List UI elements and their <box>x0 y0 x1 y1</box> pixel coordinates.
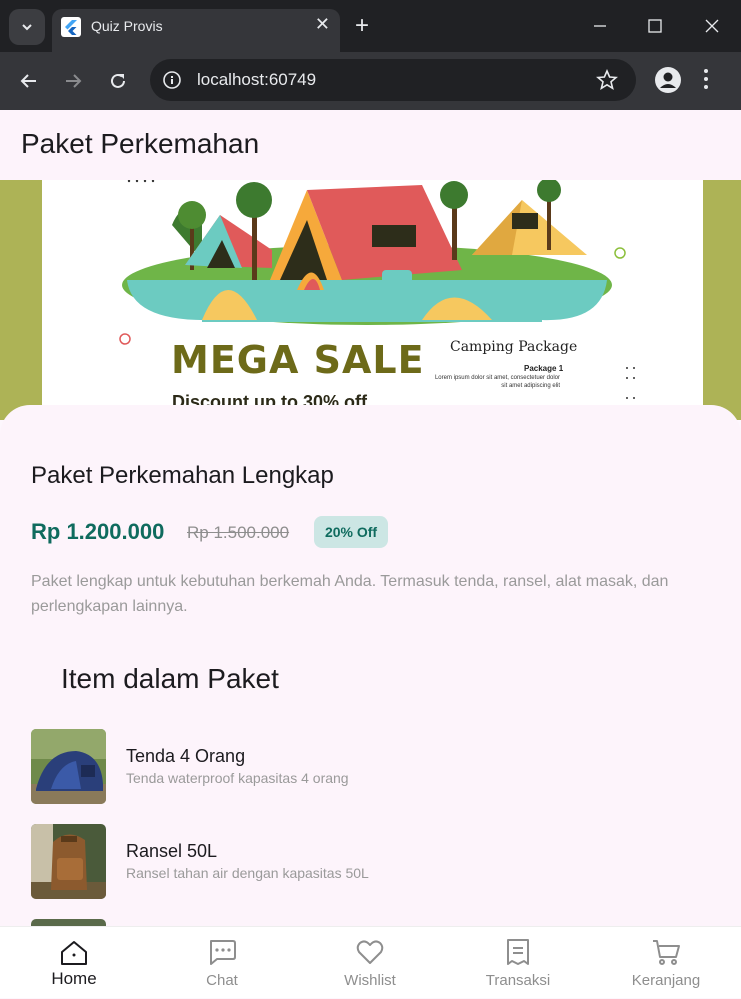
arrow-left-icon <box>20 74 36 88</box>
item-name: Tenda 4 Orang <box>126 746 246 766</box>
page-title: Paket Perkemahan <box>21 128 260 159</box>
minimize-icon <box>594 25 606 27</box>
minimize-button[interactable] <box>588 14 612 38</box>
nav-label: Wishlist <box>344 972 396 989</box>
bookmark-star-icon[interactable] <box>596 69 618 91</box>
item-name: Ransel 50L <box>126 841 218 861</box>
banner-image: MEGA SALE Discount up to 30% off Camping… <box>42 180 703 420</box>
back-button[interactable] <box>16 68 42 94</box>
reload-icon <box>111 73 125 88</box>
promo-banner: MEGA SALE Discount up to 30% off Camping… <box>0 180 741 420</box>
browser-tab[interactable]: Quiz Provis ✕ <box>52 9 340 52</box>
nav-label: Chat <box>206 972 238 989</box>
nav-wishlist[interactable]: Wishlist <box>296 927 444 999</box>
nav-chat[interactable]: Chat <box>148 927 296 999</box>
product-detail-sheet[interactable]: Paket Perkemahan Lengkap Rp 1.200.000 Rp… <box>0 405 741 927</box>
address-bar[interactable]: localhost:60749 <box>150 59 636 101</box>
heart-icon <box>356 940 384 964</box>
chat-icon <box>210 940 236 965</box>
forward-button[interactable] <box>60 68 86 94</box>
banner-package-label: Package 1 <box>524 364 564 373</box>
url-text: localhost:60749 <box>197 70 317 89</box>
close-window-button[interactable] <box>700 14 724 38</box>
nav-label: Keranjang <box>631 972 701 989</box>
bottom-navigation: Home Chat Wishlist Transaksi Keranjang <box>0 926 741 998</box>
nav-label: Home <box>51 969 97 988</box>
more-vert-icon[interactable] <box>703 68 709 90</box>
profile-avatar-icon[interactable] <box>655 67 681 93</box>
reload-button[interactable] <box>105 68 131 94</box>
app-bar: Paket Perkemahan <box>0 110 741 180</box>
banner-camping-title: Camping Package <box>450 339 578 355</box>
items-section-title: Item dalam Paket <box>61 663 279 694</box>
maximize-button[interactable] <box>643 14 667 38</box>
list-item[interactable]: Ransel 50L Ransel tahan air dengan kapas… <box>31 824 711 900</box>
tab-search-button[interactable] <box>9 9 45 45</box>
chevron-down-icon <box>22 24 32 31</box>
cart-icon <box>653 940 680 965</box>
tent-photo <box>31 729 106 804</box>
receipt-icon <box>507 939 529 965</box>
banner-headline: MEGA SALE <box>171 338 425 382</box>
list-item[interactable]: Tenda 4 Orang Tenda waterproof kapasitas… <box>31 729 711 805</box>
arrow-right-icon <box>66 74 82 88</box>
browser-tab-strip: Quiz Provis ✕ + <box>0 0 741 52</box>
discount-badge: 20% Off <box>314 516 388 548</box>
product-price: Rp 1.200.000 <box>31 519 165 544</box>
maximize-icon <box>648 19 662 33</box>
tab-title: Quiz Provis <box>91 18 163 34</box>
product-old-price: Rp 1.500.000 <box>187 523 290 542</box>
new-tab-button[interactable]: + <box>355 12 369 40</box>
nav-transaksi[interactable]: Transaksi <box>444 927 592 999</box>
product-description: Paket lengkap untuk kebutuhan berkemah A… <box>31 573 669 615</box>
flutter-icon <box>61 17 81 37</box>
close-icon <box>705 19 719 33</box>
nav-home[interactable]: Home <box>0 927 148 999</box>
nav-keranjang[interactable]: Keranjang <box>592 927 740 999</box>
browser-toolbar: localhost:60749 <box>0 52 741 110</box>
tab-close-button[interactable]: ✕ <box>315 14 330 35</box>
item-description: Tenda waterproof kapasitas 4 orang <box>126 770 349 786</box>
backpack-photo <box>31 824 106 899</box>
home-icon <box>61 941 87 965</box>
item-description: Ransel tahan air dengan kapasitas 50L <box>126 865 369 881</box>
camping-illustration <box>119 180 635 399</box>
product-title: Paket Perkemahan Lengkap <box>31 462 334 489</box>
site-info-icon[interactable] <box>162 70 182 90</box>
nav-label: Transaksi <box>485 972 551 989</box>
banner-package-text: Lorem ipsum dolor sit amet, consectetuer… <box>434 375 560 389</box>
